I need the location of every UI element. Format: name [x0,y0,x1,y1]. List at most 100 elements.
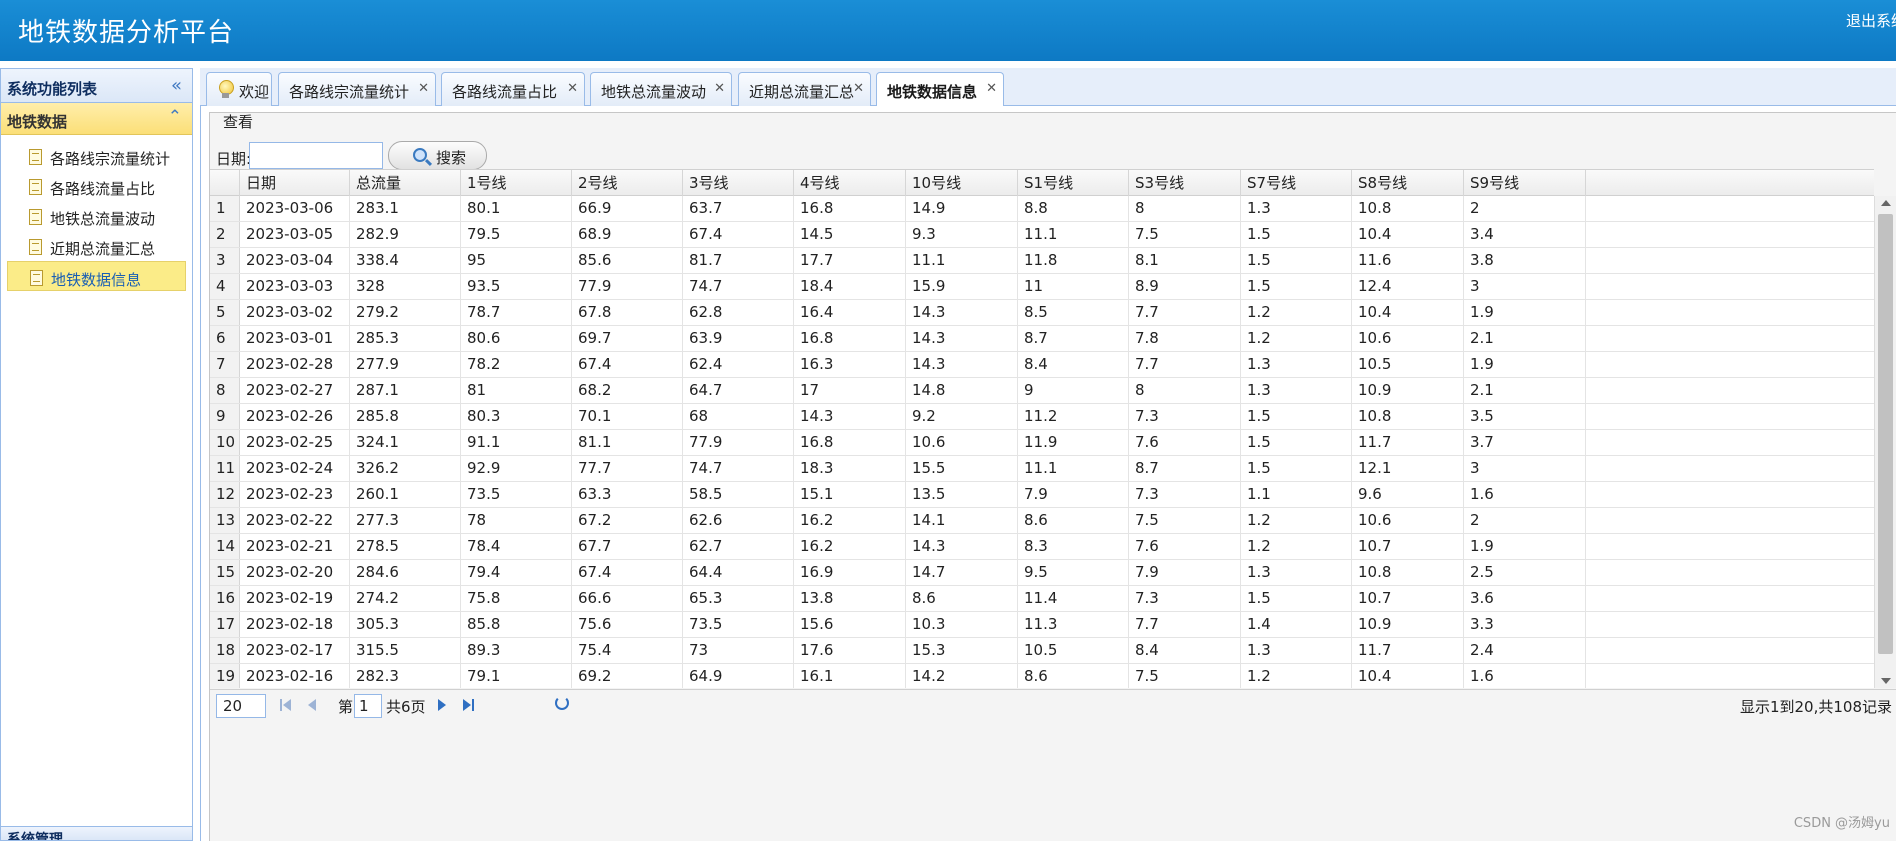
tab-line-share[interactable]: 各路线流量占比 ✕ [441,72,585,106]
table-cell: 58.5 [683,482,794,507]
table-row[interactable]: 4 2023-03-03 328 93.5 77.9 74.7 18.4 15.9 11 8.9 1… [210,274,1874,300]
page-number-input[interactable]: 1 [354,694,382,718]
scroll-up-icon[interactable] [1881,200,1891,206]
table-cell: 69.7 [572,326,683,351]
sidebar-item-metro-data[interactable]: 地铁数据信息 [7,261,186,291]
column-header[interactable]: 10号线 [906,170,1018,196]
table-cell: 11.3 [1018,612,1129,637]
table-cell: 16.4 [794,300,906,325]
vertical-scrollbar[interactable] [1874,196,1896,688]
close-icon[interactable]: ✕ [714,81,725,96]
last-page-icon[interactable] [462,698,476,712]
close-icon[interactable]: ✕ [567,81,578,96]
close-icon[interactable]: ✕ [418,81,429,96]
first-page-icon[interactable] [280,698,294,712]
table-cell: 77.9 [572,274,683,299]
table-row[interactable]: 3 2023-03-04 338.4 95 85.6 81.7 17.7 11.1 11.8 8.… [210,248,1874,274]
table-row[interactable]: 13 2023-02-22 277.3 78 67.2 62.6 16.2 14.1 8.6 7.… [210,508,1874,534]
table-cell: 14.5 [794,222,906,247]
table-row[interactable]: 7 2023-02-28 277.9 78.2 67.4 62.4 16.3 14.3 8.4 7… [210,352,1874,378]
table-cell: 16.8 [794,430,906,455]
table-cell: 1.3 [1241,638,1352,663]
column-header[interactable]: 1号线 [461,170,572,196]
table-cell: 1.5 [1241,456,1352,481]
column-header[interactable]: 4号线 [794,170,906,196]
column-header[interactable]: 日期 [240,170,350,196]
table-row[interactable]: 9 2023-02-26 285.8 80.3 70.1 68 14.3 9.2 11.2 7.3… [210,404,1874,430]
table-cell: 2.5 [1464,560,1586,585]
table-row[interactable]: 17 2023-02-18 305.3 85.8 75.6 73.5 15.6 10.3 11.… [210,612,1874,638]
prev-page-icon[interactable] [306,698,320,712]
table-row[interactable]: 2 2023-03-05 282.9 79.5 68.9 67.4 14.5 9.3 11.1 7… [210,222,1874,248]
table-cell: 1.3 [1241,352,1352,377]
next-page-icon[interactable] [436,698,450,712]
table-cell: 277.3 [350,508,461,533]
table-cell: 260.1 [350,482,461,507]
table-row[interactable]: 5 2023-03-02 279.2 78.7 67.8 62.8 16.4 14.3 8.5 7… [210,300,1874,326]
table-cell: 67.7 [572,534,683,559]
pagination-bar: 20 第 1 共6页 显示1到20,共108记录 [210,689,1896,841]
column-header[interactable]: S9号线 [1464,170,1586,196]
table-cell: 10.9 [1352,378,1464,403]
column-header[interactable]: 总流量 [350,170,461,196]
table-row[interactable]: 15 2023-02-20 284.6 79.4 67.4 64.4 16.9 14.7 9.5… [210,560,1874,586]
tab-total-fluctuation[interactable]: 地铁总流量波动 ✕ [590,72,732,106]
table-cell: 305.3 [350,612,461,637]
search-button[interactable]: 搜索 [388,141,487,170]
column-header[interactable]: S7号线 [1241,170,1352,196]
table-row[interactable]: 19 2023-02-16 282.3 79.1 69.2 64.9 16.1 14.2 8.6… [210,664,1874,688]
table-cell: 11.6 [1352,248,1464,273]
table-cell: 62.6 [683,508,794,533]
table-cell: 73.5 [683,612,794,637]
column-header[interactable]: S1号线 [1018,170,1129,196]
document-icon [29,149,42,165]
table-cell: 287.1 [350,378,461,403]
table-row[interactable]: 12 2023-02-23 260.1 73.5 63.3 58.5 15.1 13.5 7.9… [210,482,1874,508]
table-row[interactable]: 6 2023-03-01 285.3 80.6 69.7 63.9 16.8 14.3 8.7 7… [210,326,1874,352]
sidebar-item-line-total-stats[interactable]: 各路线宗流量统计 [7,141,186,171]
table-cell: 8.1 [1129,248,1241,273]
table-cell: 14.3 [906,352,1018,377]
table-row[interactable]: 16 2023-02-19 274.2 75.8 66.6 65.3 13.8 8.6 11.4… [210,586,1874,612]
collapse-sidebar-icon[interactable]: « [171,75,182,96]
logout-link[interactable]: 退出系统 [1846,10,1896,31]
refresh-icon[interactable] [555,696,569,710]
column-header[interactable]: S3号线 [1129,170,1241,196]
tab-line-total-stats[interactable]: 各路线宗流量统计 ✕ [278,72,436,106]
close-icon[interactable]: ✕ [986,81,997,96]
sidebar-item-recent-summary[interactable]: 近期总流量汇总 [7,231,186,261]
row-number: 1 [210,196,240,221]
table-row[interactable]: 8 2023-02-27 287.1 81 68.2 64.7 17 14.8 9 8 1.3 10.… [210,378,1874,404]
sidebar-item-total-fluctuation[interactable]: 地铁总流量波动 [7,201,186,231]
sidebar-list: 各路线宗流量统计 各路线流量占比 地铁总流量波动 近期总流量汇总 地铁数据信息 [1,135,192,291]
table-cell: 8.6 [1018,664,1129,688]
sidebar-group-header[interactable]: 地铁数据 ⌃ [1,103,192,135]
sidebar-item-line-share[interactable]: 各路线流量占比 [7,171,186,201]
table-row[interactable]: 18 2023-02-17 315.5 89.3 75.4 73 17.6 15.3 10.5 8… [210,638,1874,664]
date-input[interactable] [249,142,383,169]
page-size-select[interactable]: 20 [216,694,266,718]
table-row[interactable]: 1 2023-03-06 283.1 80.1 66.9 63.7 16.8 14.9 8.8 8… [210,196,1874,222]
table-cell: 92.9 [461,456,572,481]
collapse-group-icon[interactable]: ⌃ [168,107,182,127]
column-header[interactable]: 2号线 [572,170,683,196]
scrollbar-thumb[interactable] [1878,214,1893,654]
column-header[interactable]: S8号线 [1352,170,1464,196]
table-cell: 1.5 [1241,430,1352,455]
scroll-down-icon[interactable] [1881,678,1891,684]
table-row[interactable]: 14 2023-02-21 278.5 78.4 67.7 62.7 16.2 14.3 8.3… [210,534,1874,560]
table-cell: 279.2 [350,300,461,325]
sidebar-item-label: 近期总流量汇总 [50,240,156,258]
tab-recent-summary[interactable]: 近期总流量汇总 ✕ [738,72,871,106]
tab-welcome[interactable]: 欢迎 [206,72,272,106]
table-cell: 10.4 [1352,222,1464,247]
tab-metro-data[interactable]: 地铁数据信息 ✕ [876,72,1004,107]
table-row[interactable]: 11 2023-02-24 326.2 92.9 77.7 74.7 18.3 15.5 11.… [210,456,1874,482]
close-icon[interactable]: ✕ [853,81,864,96]
column-header[interactable]: 3号线 [683,170,794,196]
table-cell: 8.6 [1018,508,1129,533]
sidebar-group-system[interactable]: 系统管理 [1,826,192,840]
row-number: 4 [210,274,240,299]
table-cell: 1.2 [1241,300,1352,325]
table-row[interactable]: 10 2023-02-25 324.1 91.1 81.1 77.9 16.8 10.6 11.… [210,430,1874,456]
